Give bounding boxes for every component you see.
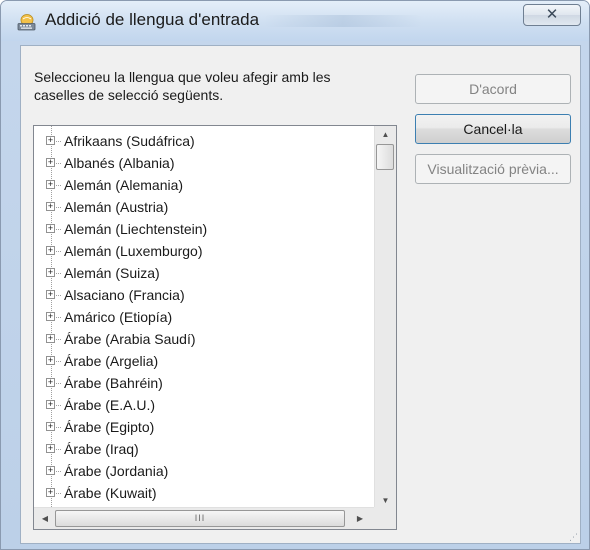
expand-plus-icon[interactable]: + <box>46 444 55 453</box>
list-item[interactable]: + Amárico (Etiopía) <box>34 306 374 328</box>
preview-button[interactable]: Visualització prèvia... <box>415 154 571 184</box>
list-item[interactable]: + Alemán (Alemania) <box>34 174 374 196</box>
scrollbar-corner <box>374 507 396 529</box>
expand-plus-icon[interactable]: + <box>46 312 55 321</box>
tree-connector <box>56 229 61 230</box>
tree-connector <box>56 317 61 318</box>
tree-connector <box>56 339 61 340</box>
vertical-scroll-thumb[interactable] <box>376 144 394 170</box>
expand-plus-icon[interactable]: + <box>46 224 55 233</box>
scroll-left-arrow-icon[interactable]: ◀ <box>36 508 54 529</box>
tree-connector <box>56 251 61 252</box>
tree-connector <box>56 185 61 186</box>
list-item-label: Afrikaans (Sudáfrica) <box>64 133 195 149</box>
tree-connector <box>56 405 61 406</box>
expand-plus-icon[interactable]: + <box>46 202 55 211</box>
list-item-label: Árabe (Egipto) <box>64 419 155 435</box>
dialog-client-area: Seleccioneu la llengua que voleu afegir … <box>20 45 581 544</box>
expand-plus-icon[interactable]: + <box>46 268 55 277</box>
dialog-window: Addició de llengua d'entrada ✕ Seleccion… <box>0 0 590 550</box>
resize-grip-icon[interactable]: ⋰ <box>566 531 578 543</box>
list-item-label: Árabe (Arabia Saudí) <box>64 331 196 347</box>
list-item[interactable]: + Árabe (Jordania) <box>34 460 374 482</box>
expand-plus-icon[interactable]: + <box>46 356 55 365</box>
language-tree-items: + Afrikaans (Sudáfrica) + Albanés (Albania)… <box>34 126 374 509</box>
instruction-text: Seleccioneu la llengua que voleu afegir … <box>34 69 331 103</box>
expand-plus-icon[interactable]: + <box>46 400 55 409</box>
close-button[interactable]: ✕ <box>523 4 581 26</box>
list-item[interactable]: + Alemán (Austria) <box>34 196 374 218</box>
expand-plus-icon[interactable]: + <box>46 334 55 343</box>
expand-plus-icon[interactable]: + <box>46 488 55 497</box>
tree-connector <box>56 273 61 274</box>
horizontal-scroll-thumb[interactable]: III <box>55 510 345 527</box>
list-item-label: Árabe (Argelia) <box>64 353 159 369</box>
tree-connector <box>56 427 61 428</box>
list-item[interactable]: + Albanés (Albania) <box>34 152 374 174</box>
expand-plus-icon[interactable]: + <box>46 290 55 299</box>
ok-button[interactable]: D'acord <box>415 74 571 104</box>
expand-plus-icon[interactable]: + <box>46 466 55 475</box>
expand-plus-icon[interactable]: + <box>46 378 55 387</box>
scroll-right-arrow-icon[interactable]: ▶ <box>351 508 369 529</box>
list-item[interactable]: + Árabe (Bahréin) <box>34 372 374 394</box>
list-item[interactable]: + Árabe (Kuwait) <box>34 482 374 504</box>
language-tree-list[interactable]: + Afrikaans (Sudáfrica) + Albanés (Albania)… <box>33 125 397 530</box>
tree-connector <box>56 493 61 494</box>
list-item-label: Alemán (Suiza) <box>64 265 160 281</box>
tree-connector <box>56 207 61 208</box>
list-item-label: Árabe (Jordania) <box>64 463 169 479</box>
expand-plus-icon[interactable]: + <box>46 158 55 167</box>
list-item[interactable]: + Afrikaans (Sudáfrica) <box>34 130 374 152</box>
tree-connector <box>56 295 61 296</box>
list-item-label: Alemán (Austria) <box>64 199 169 215</box>
list-item-label: Amárico (Etiopía) <box>64 309 173 325</box>
title-bar[interactable]: Addició de llengua d'entrada ✕ <box>1 1 589 41</box>
vertical-scrollbar[interactable]: ▲ ▼ <box>374 126 396 509</box>
tree-connector <box>56 163 61 164</box>
list-item[interactable]: + Alsaciano (Francia) <box>34 284 374 306</box>
expand-plus-icon[interactable]: + <box>46 422 55 431</box>
list-item-label: Alemán (Liechtenstein) <box>64 221 208 237</box>
list-item[interactable]: + Alemán (Suiza) <box>34 262 374 284</box>
list-item[interactable]: + Alemán (Luxemburgo) <box>34 240 374 262</box>
tree-connector <box>56 361 61 362</box>
list-item-label: Alsaciano (Francia) <box>64 287 185 303</box>
list-item-label: Árabe (E.A.U.) <box>64 397 156 413</box>
list-item-label: Árabe (Bahréin) <box>64 375 163 391</box>
cancel-button[interactable]: Cancel·la <box>415 114 571 144</box>
list-item[interactable]: + Alemán (Liechtenstein) <box>34 218 374 240</box>
list-item-label: Árabe (Iraq) <box>64 441 139 457</box>
horizontal-scrollbar[interactable]: ◀ III ▶ <box>34 507 374 529</box>
tree-connector <box>56 141 61 142</box>
list-item-label: Alemán (Alemania) <box>64 177 184 193</box>
list-item-label: Árabe (Kuwait) <box>64 485 157 501</box>
list-item-label: Alemán (Luxemburgo) <box>64 243 203 259</box>
list-item[interactable]: + Árabe (Iraq) <box>34 438 374 460</box>
keyboard-globe-icon <box>17 14 36 31</box>
window-title: Addició de llengua d'entrada <box>45 10 260 29</box>
list-item-label: Albanés (Albania) <box>64 155 175 171</box>
list-item[interactable]: + Árabe (Argelia) <box>34 350 374 372</box>
list-item[interactable]: + Árabe (Egipto) <box>34 416 374 438</box>
scroll-up-arrow-icon[interactable]: ▲ <box>375 126 396 143</box>
list-item[interactable]: + Árabe (E.A.U.) <box>34 394 374 416</box>
tree-connector <box>56 383 61 384</box>
tree-connector <box>56 449 61 450</box>
tree-connector <box>56 471 61 472</box>
list-item[interactable]: + Árabe (Arabia Saudí) <box>34 328 374 350</box>
expand-plus-icon[interactable]: + <box>46 180 55 189</box>
expand-plus-icon[interactable]: + <box>46 246 55 255</box>
title-bar-glass <box>263 15 423 27</box>
expand-plus-icon[interactable]: + <box>46 136 55 145</box>
